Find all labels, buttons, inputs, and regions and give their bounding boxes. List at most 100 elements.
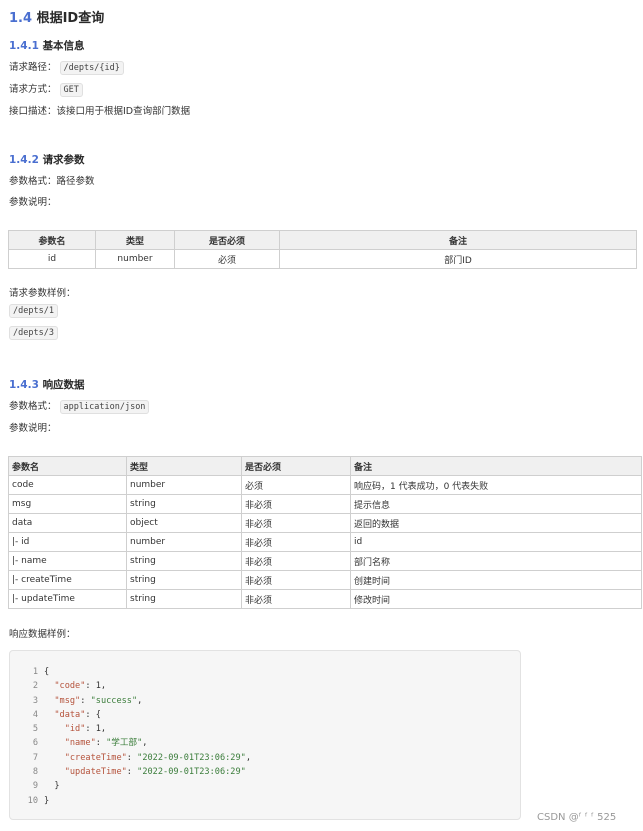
request-method-value: GET xyxy=(59,83,83,97)
code-line: 1{ xyxy=(20,665,251,679)
request-example-2: /depts/3 xyxy=(9,326,58,340)
code-line: 6 "name": "学工部", xyxy=(20,736,251,750)
table-cell: |- createTime xyxy=(8,570,127,590)
header-cell: 类型 xyxy=(95,230,175,250)
request-method: 请求方式： GET xyxy=(9,81,83,97)
request-path-label: 请求路径： xyxy=(9,62,57,73)
header-cell: 备注 xyxy=(350,456,642,476)
table-row: data object 非必须 返回的数据 xyxy=(8,513,642,533)
table-cell: |- id xyxy=(8,532,127,552)
table-cell: 部门ID xyxy=(279,249,637,269)
code-line: 10} xyxy=(20,794,251,808)
code-line: 8 "updateTime": "2022-09-01T23:06:29" xyxy=(20,765,251,779)
code-block: 1{2 "code": 1, 3 "msg": "success", 4 "data… xyxy=(9,650,521,820)
table-cell: 必须 xyxy=(241,475,351,495)
table-row: |- name string 非必须 部门名称 xyxy=(8,551,642,571)
table-row: msg string 非必须 提示信息 xyxy=(8,494,642,514)
code-line: 9 } xyxy=(20,779,251,793)
table-cell: number xyxy=(95,249,175,269)
section-title-text: 根据ID查询 xyxy=(36,11,105,26)
basic-info-number: 1.4.1 xyxy=(9,40,39,52)
line-number: 1 xyxy=(32,667,38,677)
code-lines: 1{2 "code": 1, 3 "msg": "success", 4 "data… xyxy=(20,665,251,808)
table-cell: id xyxy=(8,249,96,269)
section-title: 1.4 根据ID查询 xyxy=(9,7,104,26)
response-title: 响应数据 xyxy=(42,379,85,391)
table-cell: |- name xyxy=(8,551,127,571)
table-cell: string xyxy=(126,570,242,590)
request-params-number: 1.4.2 xyxy=(9,154,39,166)
response-params-table: 参数名 类型 是否必须 备注 code number 必须 响应码，1 代表成功，0 … xyxy=(8,456,642,609)
table-row: id number 必须 部门ID xyxy=(8,249,637,269)
table-cell: msg xyxy=(8,494,127,514)
table-cell: 必须 xyxy=(174,249,280,269)
table-cell: 非必须 xyxy=(241,551,351,571)
line-number: 7 xyxy=(32,752,38,763)
table-cell: string xyxy=(126,589,242,609)
code-line: 2 "code": 1, xyxy=(20,679,251,693)
code-text: "id": 1, xyxy=(64,724,107,735)
header-cell: 类型 xyxy=(126,456,242,476)
request-example-label: 请求参数样例： xyxy=(9,288,76,299)
response-format-label: 参数格式： xyxy=(9,401,57,412)
code-text: "name": "学工部", xyxy=(64,738,148,749)
footer-watermark: CSDN @ᶠ ᶠ ᶠ 525 xyxy=(537,812,617,823)
response-number: 1.4.3 xyxy=(9,379,39,391)
response-format-value: application/json xyxy=(59,400,150,414)
code-text: "updateTime": "2022-09-01T23:06:29" xyxy=(64,767,246,778)
header-cell: 备注 xyxy=(279,230,637,250)
table-row: code number 必须 响应码，1 代表成功，0 代表失败 xyxy=(8,475,642,495)
request-path: 请求路径： /depts/{id} xyxy=(9,59,124,75)
table-cell: 非必须 xyxy=(241,494,351,514)
table-cell: string xyxy=(126,494,242,514)
code-text: "msg": "success", xyxy=(54,695,143,706)
table-cell: object xyxy=(126,513,242,533)
code-line: 3 "msg": "success", xyxy=(20,694,251,708)
basic-info-title: 基本信息 xyxy=(42,40,85,52)
table-row: |- updateTime string 非必须 修改时间 xyxy=(8,589,642,609)
code-text: "data": { xyxy=(54,709,101,720)
table-cell: 修改时间 xyxy=(350,589,642,609)
request-path-value: /depts/{id} xyxy=(59,61,124,75)
code-text: } xyxy=(44,795,50,806)
code-line: 5 "id": 1, xyxy=(20,722,251,736)
header-cell: 参数名 xyxy=(8,456,127,476)
params-desc-label: 参数说明： xyxy=(9,197,57,208)
line-number: 8 xyxy=(32,767,38,778)
code-line: 7 "createTime": "2022-09-01T23:06:29", xyxy=(20,751,251,765)
code-text: "code": 1, xyxy=(54,681,107,692)
response-heading: 1.4.3 响应数据 xyxy=(9,377,85,392)
table-row: |- id number 非必须 id xyxy=(8,532,642,552)
table-cell: 非必须 xyxy=(241,532,351,552)
request-example-1: /depts/1 xyxy=(9,304,58,318)
request-params-title: 请求参数 xyxy=(42,154,85,166)
interface-description: 接口描述：该接口用于根据ID查询部门数据 xyxy=(9,106,191,117)
table-cell: id xyxy=(350,532,642,552)
header-cell: 参数名 xyxy=(8,230,96,250)
header-cell: 是否必须 xyxy=(174,230,280,250)
request-params-heading: 1.4.2 请求参数 xyxy=(9,152,85,167)
response-example-label: 响应数据样例： xyxy=(9,629,76,640)
line-number: 3 xyxy=(32,695,38,706)
table-header-row: 参数名 类型 是否必须 备注 xyxy=(8,456,642,476)
table-cell: 创建时间 xyxy=(350,570,642,590)
table-cell: data xyxy=(8,513,127,533)
table-cell: 非必须 xyxy=(241,513,351,533)
table-cell: 响应码，1 代表成功，0 代表失败 xyxy=(350,475,642,495)
table-row: |- createTime string 非必须 创建时间 xyxy=(8,570,642,590)
table-cell: |- updateTime xyxy=(8,589,127,609)
section-number: 1.4 xyxy=(9,11,33,26)
table-header-row: 参数名 类型 是否必须 备注 xyxy=(8,230,637,250)
basic-info-heading: 1.4.1 基本信息 xyxy=(9,38,85,53)
line-number: 2 xyxy=(32,681,38,692)
response-desc-label: 参数说明： xyxy=(9,423,57,434)
request-params-table: 参数名 类型 是否必须 备注 id number 必须 部门ID xyxy=(8,230,637,269)
table-cell: string xyxy=(126,551,242,571)
line-number: 5 xyxy=(32,724,38,735)
table-cell: code xyxy=(8,475,127,495)
table-cell: 部门名称 xyxy=(350,551,642,571)
code-text: "createTime": "2022-09-01T23:06:29", xyxy=(64,752,251,763)
line-number: 9 xyxy=(32,781,38,792)
code-text: { xyxy=(44,667,50,677)
line-number: 6 xyxy=(32,738,38,749)
